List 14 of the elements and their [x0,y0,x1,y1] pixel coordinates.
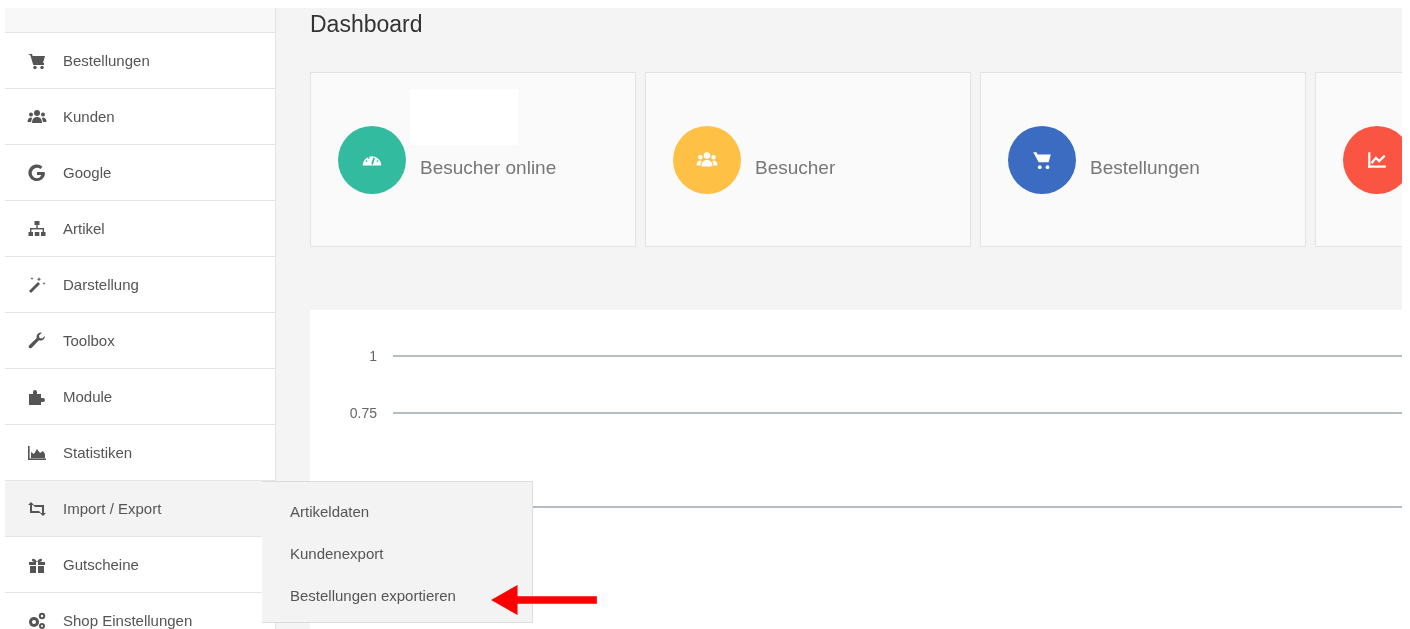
axis-tick-label: 0.75 [348,405,377,421]
sidebar-item[interactable]: Import / Export [5,481,262,537]
sitemap-icon [27,218,47,239]
google-icon [27,162,47,183]
gears-icon [27,610,47,629]
card-label: Bestellungen [1090,156,1200,178]
submenu-item[interactable]: Bestellungen exportieren [290,586,456,604]
card-label: Besucher [755,156,836,178]
axis-tick-label: 1 [368,348,377,364]
page-title: Dashboard [310,10,424,39]
wrench-icon [27,330,47,351]
submenu-item[interactable]: Kundenexport [290,544,384,562]
submenu-item[interactable]: Artikeldaten [290,502,370,520]
card-label: Besucher online [420,156,557,178]
